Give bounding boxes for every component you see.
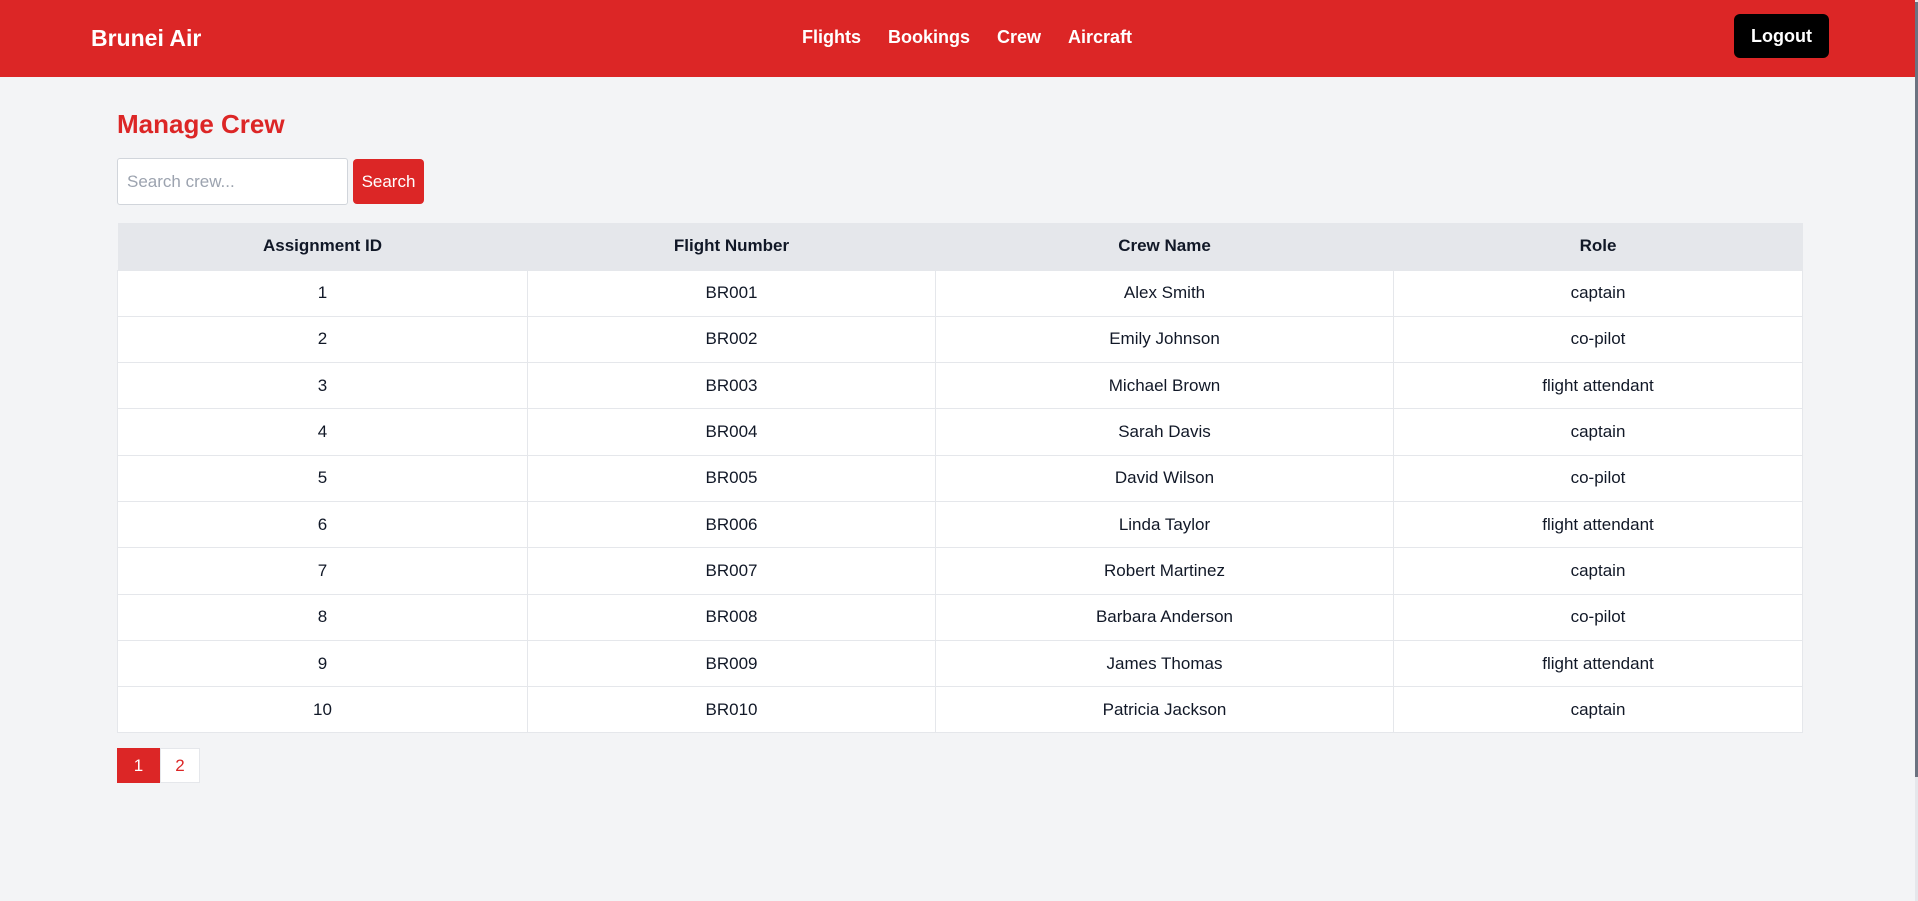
cell-role: captain [1393, 269, 1803, 317]
table-row: 5 BR005 David Wilson co-pilot [117, 454, 1803, 502]
brand-logo-text[interactable]: Brunei Air [91, 24, 201, 52]
cell-role: captain [1393, 408, 1803, 456]
cell-assignment-id: 7 [117, 547, 528, 595]
cell-assignment-id: 2 [117, 315, 528, 364]
main-nav: Flights Bookings Crew Aircraft [802, 24, 1132, 50]
cell-assignment-id: 1 [117, 269, 528, 317]
table-row: 3 BR003 Michael Brown flight attendant [117, 362, 1803, 410]
cell-crew-name: James Thomas [935, 639, 1394, 688]
cell-crew-name: Linda Taylor [935, 500, 1394, 549]
cell-assignment-id: 9 [117, 639, 528, 688]
cell-flight-number: BR006 [527, 500, 936, 549]
nav-link-flights[interactable]: Flights [802, 24, 861, 50]
nav-link-crew[interactable]: Crew [997, 24, 1041, 50]
table-row: 4 BR004 Sarah Davis captain [117, 408, 1803, 456]
cell-flight-number: BR007 [527, 547, 936, 595]
pagination: 1 2 [117, 748, 200, 783]
cell-flight-number: BR004 [527, 408, 936, 456]
cell-flight-number: BR003 [527, 362, 936, 410]
cell-role: flight attendant [1393, 639, 1803, 688]
table-row: 9 BR009 James Thomas flight attendant [117, 639, 1803, 688]
cell-crew-name: Alex Smith [935, 269, 1394, 317]
column-header-assignment-id: Assignment ID [117, 223, 528, 270]
cell-assignment-id: 5 [117, 454, 528, 502]
column-header-crew-name: Crew Name [935, 223, 1394, 270]
table-row: 8 BR008 Barbara Anderson co-pilot [117, 593, 1803, 641]
cell-crew-name: Barbara Anderson [935, 593, 1394, 641]
cell-flight-number: BR008 [527, 593, 936, 641]
nav-link-bookings[interactable]: Bookings [888, 24, 970, 50]
cell-role: flight attendant [1393, 362, 1803, 410]
cell-flight-number: BR010 [527, 686, 936, 734]
cell-flight-number: BR002 [527, 315, 936, 364]
cell-assignment-id: 4 [117, 408, 528, 456]
cell-crew-name: Michael Brown [935, 362, 1394, 410]
cell-flight-number: BR009 [527, 639, 936, 688]
table-row: 6 BR006 Linda Taylor flight attendant [117, 500, 1803, 549]
search-button[interactable]: Search [353, 159, 424, 204]
page-button-2[interactable]: 2 [160, 748, 200, 783]
table-row: 7 BR007 Robert Martinez captain [117, 547, 1803, 595]
table-row: 1 BR001 Alex Smith captain [117, 269, 1803, 317]
cell-role: captain [1393, 547, 1803, 595]
page-title: Manage Crew [117, 109, 285, 139]
cell-flight-number: BR005 [527, 454, 936, 502]
cell-crew-name: Robert Martinez [935, 547, 1394, 595]
cell-role: co-pilot [1393, 315, 1803, 364]
cell-assignment-id: 3 [117, 362, 528, 410]
table-header-row: Assignment ID Flight Number Crew Name Ro… [117, 223, 1803, 270]
cell-role: co-pilot [1393, 454, 1803, 502]
column-header-flight-number: Flight Number [527, 223, 936, 270]
crew-assignments-table: Assignment ID Flight Number Crew Name Ro… [117, 223, 1803, 734]
nav-link-aircraft[interactable]: Aircraft [1068, 24, 1132, 50]
page: Brunei Air Flights Bookings Crew Aircraf… [0, 0, 1918, 901]
cell-crew-name: Sarah Davis [935, 408, 1394, 456]
cell-role: flight attendant [1393, 500, 1803, 549]
cell-crew-name: David Wilson [935, 454, 1394, 502]
cell-assignment-id: 6 [117, 500, 528, 549]
cell-crew-name: Patricia Jackson [935, 686, 1394, 734]
page-button-1[interactable]: 1 [117, 748, 160, 783]
cell-flight-number: BR001 [527, 269, 936, 317]
cell-assignment-id: 10 [117, 686, 528, 734]
cell-assignment-id: 8 [117, 593, 528, 641]
top-navbar: Brunei Air Flights Bookings Crew Aircraf… [0, 0, 1918, 77]
cell-role: co-pilot [1393, 593, 1803, 641]
column-header-role: Role [1393, 223, 1803, 270]
cell-role: captain [1393, 686, 1803, 734]
search-input[interactable] [117, 158, 348, 205]
table-row: 10 BR010 Patricia Jackson captain [117, 686, 1803, 734]
logout-button[interactable]: Logout [1734, 14, 1829, 58]
cell-crew-name: Emily Johnson [935, 315, 1394, 364]
table-row: 2 BR002 Emily Johnson co-pilot [117, 315, 1803, 364]
